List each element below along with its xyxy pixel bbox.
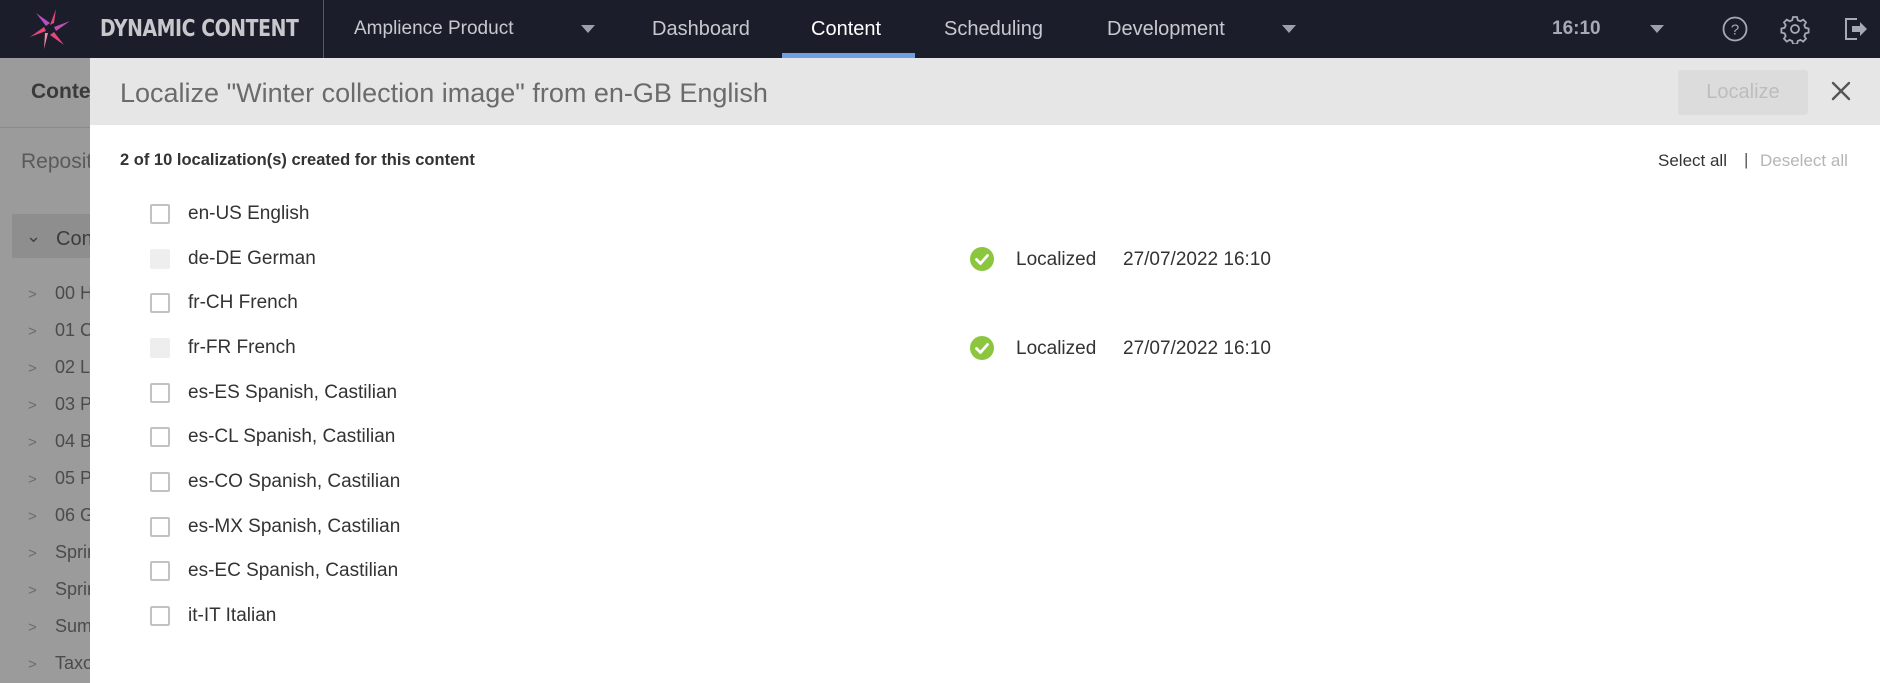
- status-date: 27/07/2022 16:10: [1123, 249, 1271, 270]
- nav-dashboard[interactable]: Dashboard: [652, 18, 750, 41]
- nav-content[interactable]: Content: [811, 18, 881, 41]
- locale-label: es-MX Spanish, Castilian: [188, 516, 401, 537]
- brand-name: DYNAMIC CONTENT: [100, 16, 299, 42]
- help-icon[interactable]: ?: [1720, 14, 1750, 44]
- link-separator: |: [1744, 150, 1749, 169]
- locale-label: es-ES Spanish, Castilian: [188, 382, 398, 403]
- locale-checkbox[interactable]: [150, 427, 170, 447]
- locale-label: es-EC Spanish, Castilian: [188, 560, 399, 581]
- locale-row: de-DE German Localized 27/07/2022 16:10: [150, 244, 1350, 274]
- background-page-title: Conter: [31, 80, 99, 103]
- top-nav-bar: DYNAMIC CONTENT Amplience Product Dashbo…: [0, 0, 1880, 58]
- localize-modal: Localize "Winter collection image" from …: [90, 58, 1880, 683]
- chevron-right-icon: >: [28, 360, 37, 377]
- locale-checkbox[interactable]: [150, 561, 170, 581]
- locale-label: en-US English: [188, 203, 310, 224]
- locale-label: de-DE German: [188, 248, 316, 269]
- locale-checkbox: [150, 249, 170, 269]
- status-text: Localized: [1016, 338, 1097, 359]
- locale-row: fr-FR French Localized 27/07/2022 16:10: [150, 333, 1350, 363]
- locale-label: it-IT Italian: [188, 605, 277, 626]
- locale-row: es-CL Spanish, Castilian: [150, 422, 1350, 452]
- locale-checkbox: [150, 338, 170, 358]
- background-tree-item: > Taxo: [28, 653, 94, 673]
- localization-summary: 2 of 10 localization(s) created for this…: [120, 151, 475, 169]
- background-tree-item: > Sprir: [28, 579, 94, 599]
- chevron-right-icon: >: [28, 508, 37, 525]
- status-text: Localized: [1016, 249, 1097, 270]
- locale-row: es-EC Spanish, Castilian: [150, 556, 1350, 586]
- locale-checkbox[interactable]: [150, 472, 170, 492]
- background-folder-label: Con: [56, 228, 93, 250]
- chevron-right-icon: >: [28, 397, 37, 414]
- background-tree-item: >02 L: [28, 357, 91, 377]
- background-tree-item: >06 G: [28, 505, 95, 525]
- settings-icon[interactable]: [1780, 14, 1810, 44]
- nav-scheduling[interactable]: Scheduling: [944, 18, 1043, 41]
- locale-checkbox[interactable]: [150, 517, 170, 537]
- close-icon[interactable]: [1825, 75, 1857, 107]
- modal-header: Localize "Winter collection image" from …: [90, 58, 1880, 125]
- chevron-right-icon: >: [28, 286, 37, 303]
- development-dropdown-caret-icon[interactable]: [1282, 25, 1296, 33]
- chevron-right-icon: >: [28, 434, 37, 451]
- background-tree-item: > Sprir: [28, 542, 94, 562]
- locale-label: fr-CH French: [188, 292, 298, 313]
- hub-dropdown-caret-icon[interactable]: [581, 25, 595, 33]
- locale-row: es-CO Spanish, Castilian: [150, 467, 1350, 497]
- locale-label: es-CO Spanish, Castilian: [188, 471, 401, 492]
- svg-text:?: ?: [1731, 22, 1739, 39]
- background-tree-item: >03 P: [28, 394, 93, 414]
- background-repository-label: Reposit: [21, 150, 93, 173]
- select-all-link[interactable]: Select all: [1658, 151, 1727, 171]
- clock-dropdown-caret-icon[interactable]: [1650, 25, 1664, 33]
- nav-development[interactable]: Development: [1107, 18, 1225, 41]
- locale-label: fr-FR French: [188, 337, 296, 358]
- chevron-right-icon: >: [28, 656, 37, 673]
- locale-row: en-US English: [150, 199, 1350, 229]
- dynamic-content-logo-icon: [30, 9, 70, 49]
- divider: [323, 0, 324, 58]
- check-circle-icon: [970, 336, 994, 360]
- locale-checkbox[interactable]: [150, 606, 170, 626]
- background-tree-item: >04 B: [28, 431, 93, 451]
- chevron-down-icon: ⌄: [26, 226, 42, 246]
- locale-row: es-ES Spanish, Castilian: [150, 378, 1350, 408]
- hub-selector[interactable]: Amplience Product: [354, 18, 513, 40]
- background-tree-item: >01 C: [28, 320, 94, 340]
- locale-checkbox[interactable]: [150, 383, 170, 403]
- background-tree-item: >05 P: [28, 468, 93, 488]
- modal-title: Localize "Winter collection image" from …: [120, 78, 768, 108]
- chevron-right-icon: >: [28, 471, 37, 488]
- locale-checkbox[interactable]: [150, 293, 170, 313]
- localize-button[interactable]: Localize: [1678, 70, 1808, 115]
- background-tree-item: > Sum: [28, 616, 93, 636]
- check-circle-icon: [970, 247, 994, 271]
- locale-row: fr-CH French: [150, 288, 1350, 318]
- status-date: 27/07/2022 16:10: [1123, 338, 1271, 359]
- chevron-right-icon: >: [28, 323, 37, 340]
- locale-label: es-CL Spanish, Castilian: [188, 426, 396, 447]
- deselect-all-link[interactable]: Deselect all: [1760, 151, 1848, 171]
- chevron-right-icon: >: [28, 619, 37, 636]
- background-tree-item: >00 H: [28, 283, 94, 303]
- locale-checkbox[interactable]: [150, 204, 170, 224]
- logout-icon[interactable]: [1840, 14, 1870, 44]
- locale-row: es-MX Spanish, Castilian: [150, 512, 1350, 542]
- chevron-right-icon: >: [28, 545, 37, 562]
- clock: 16:10: [1552, 18, 1601, 39]
- locale-row: it-IT Italian: [150, 601, 1350, 631]
- chevron-right-icon: >: [28, 582, 37, 599]
